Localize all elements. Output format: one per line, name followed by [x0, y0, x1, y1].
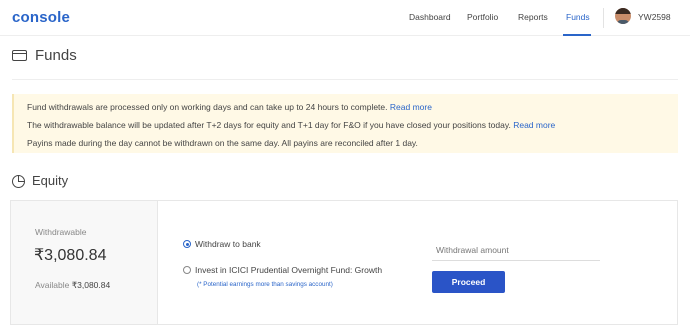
- option-invest-overnight-fund[interactable]: Invest in ICICI Prudential Overnight Fun…: [183, 265, 382, 275]
- nav-dashboard[interactable]: Dashboard: [409, 12, 451, 22]
- radio-invest-overnight-fund[interactable]: [183, 266, 191, 274]
- wallet-icon: [12, 50, 27, 61]
- divider: [12, 79, 678, 80]
- potential-earnings-note: (* Potential earnings more than savings …: [197, 281, 333, 288]
- info-notice: Fund withdrawals are processed only on w…: [12, 94, 678, 153]
- notice-line-2: The withdrawable balance will be updated…: [27, 120, 555, 130]
- read-more-link-2[interactable]: Read more: [513, 120, 555, 130]
- top-navbar: console Dashboard Portfolio Reports Fund…: [0, 0, 690, 36]
- withdrawable-label: Withdrawable: [35, 227, 87, 237]
- avatar[interactable]: [615, 8, 631, 24]
- nav-portfolio[interactable]: Portfolio: [467, 12, 498, 22]
- section-title-equity: Equity: [32, 173, 69, 188]
- console-logo[interactable]: console: [12, 9, 70, 26]
- option-withdraw-to-bank[interactable]: Withdraw to bank: [183, 239, 261, 249]
- active-tab-indicator: [563, 34, 591, 36]
- notice-text-2: The withdrawable balance will be updated…: [27, 120, 511, 130]
- notice-text-1: Fund withdrawals are processed only on w…: [27, 102, 388, 112]
- notice-line-1: Fund withdrawals are processed only on w…: [27, 102, 432, 112]
- option-label-withdraw: Withdraw to bank: [195, 239, 261, 249]
- page-title: Funds: [35, 47, 77, 64]
- available-amount: ₹3,080.84: [71, 280, 111, 290]
- notice-line-3: Payins made during the day cannot be wit…: [27, 138, 418, 148]
- balance-panel: Withdrawable ₹3,080.84 Available ₹3,080.…: [11, 201, 158, 324]
- available-label: Available: [35, 280, 70, 290]
- equity-card: Withdrawable ₹3,080.84 Available ₹3,080.…: [10, 200, 678, 325]
- withdrawable-amount: ₹3,080.84: [34, 247, 107, 264]
- available-balance: Available ₹3,080.84: [35, 280, 110, 291]
- proceed-button[interactable]: Proceed: [432, 271, 505, 293]
- nav-reports[interactable]: Reports: [518, 12, 548, 22]
- radio-withdraw-to-bank[interactable]: [183, 240, 191, 248]
- user-id[interactable]: YW2598: [638, 12, 671, 22]
- nav-funds[interactable]: Funds: [566, 12, 590, 22]
- option-label-invest: Invest in ICICI Prudential Overnight Fun…: [195, 265, 383, 275]
- header-divider: [603, 8, 604, 28]
- withdrawal-amount-input[interactable]: [432, 239, 600, 261]
- pie-chart-icon: [12, 175, 25, 188]
- read-more-link-1[interactable]: Read more: [390, 102, 432, 112]
